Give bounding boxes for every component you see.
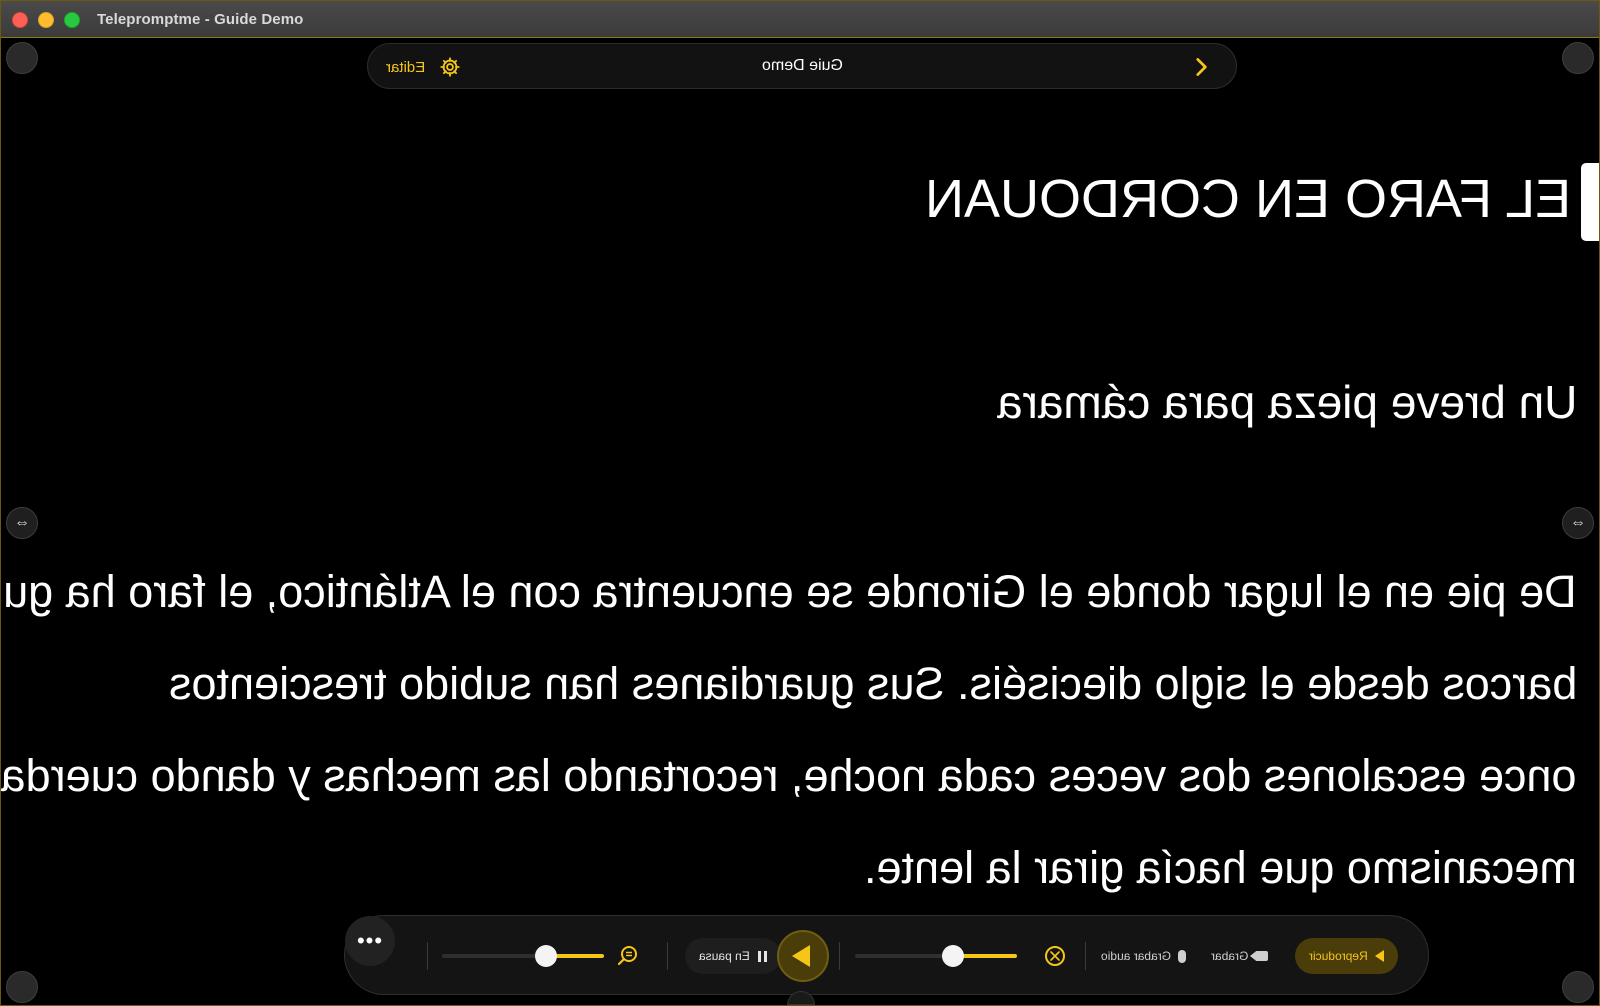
script-subtitle: Un breve pieza para cámara [997, 375, 1577, 429]
script-line-text: mecanismo que hacía girar la lente. [864, 842, 1577, 893]
script-title-text: EL FARO EN CORDOUAN [924, 169, 1571, 229]
resize-handle-left[interactable]: ⇔ [6, 507, 38, 539]
resize-handle-right[interactable]: ⇔ [1562, 507, 1594, 539]
script-line-text: barcos desde el siglo dieciséis. Sus gua… [168, 658, 1577, 709]
script-subtitle-text: Un breve pieza para cámara [996, 376, 1577, 428]
resize-handle-bottom-right[interactable] [1562, 971, 1594, 1003]
more-options-button[interactable]: ••• [345, 916, 395, 966]
record-label: Grabar [1211, 949, 1249, 963]
record-button[interactable]: Grabar [1211, 938, 1269, 974]
horizontal-resize-icon: ⇔ [14, 514, 30, 531]
divider [427, 942, 428, 970]
reading-position-marker[interactable] [1581, 163, 1599, 241]
script-title: EL FARO EN CORDOUAN [925, 169, 1571, 229]
divider [839, 942, 840, 970]
mic-icon [1178, 949, 1187, 963]
speed-slider[interactable] [855, 945, 1017, 967]
resize-handle-bottom-left[interactable] [6, 971, 38, 1003]
font-size-slider-knob[interactable] [535, 945, 557, 967]
font-size-slider[interactable] [442, 945, 604, 967]
divider [667, 942, 668, 970]
script-header: Editar Guie Demo [367, 43, 1237, 89]
zoom-icon [617, 946, 637, 966]
camera-icon [1250, 951, 1269, 961]
speed-icon [1045, 946, 1065, 966]
play-mode-label: Reproducir [1309, 949, 1368, 963]
ellipsis-icon: ••• [356, 928, 384, 953]
script-line-text: once escalones dos veces cada noche, rec… [0, 750, 1577, 801]
script-line: De pie en el lugar donde el Gironde se e… [0, 566, 1577, 618]
script-view: EL FARO EN CORDOUAN Un breve pieza para … [1, 1, 1599, 1005]
speed-slider-knob[interactable] [942, 945, 964, 967]
speed-slider-fill [960, 954, 1017, 958]
script-line-text: De pie en el lugar donde el Gironde se e… [0, 566, 1577, 617]
pause-icon [757, 950, 767, 962]
chevron-right-icon[interactable] [1188, 54, 1214, 80]
script-line: once escalones dos veces cada noche, rec… [0, 750, 1577, 802]
playback-controls: ••• En pausa Grabar audio Grabar Reprodu… [344, 915, 1429, 995]
play-mode-button[interactable]: Reproducir [1295, 938, 1398, 974]
record-audio-label: Grabar audio [1101, 949, 1172, 963]
horizontal-resize-icon: ⇔ [1570, 514, 1586, 531]
font-size-slider-fill [553, 954, 604, 958]
script-name-text: Guie Demo [761, 57, 843, 74]
record-audio-button[interactable]: Grabar audio [1101, 938, 1187, 974]
resize-handle-top-left[interactable] [6, 42, 38, 74]
play-mode-icon [1374, 950, 1384, 962]
teleprompter-window: Telepromptme - Guide Demo EL FARO EN COR… [0, 0, 1600, 1006]
script-name: Guie Demo [368, 57, 1236, 75]
script-line: mecanismo que hacía girar la lente. [864, 842, 1577, 894]
script-line: barcos desde el siglo dieciséis. Sus gua… [169, 658, 1577, 710]
paused-label: En pausa [699, 949, 750, 963]
play-button[interactable] [777, 930, 829, 982]
resize-handle-top-right[interactable] [1562, 42, 1594, 74]
paused-status[interactable]: En pausa [685, 938, 781, 974]
play-icon [792, 945, 810, 967]
divider [1085, 942, 1086, 970]
